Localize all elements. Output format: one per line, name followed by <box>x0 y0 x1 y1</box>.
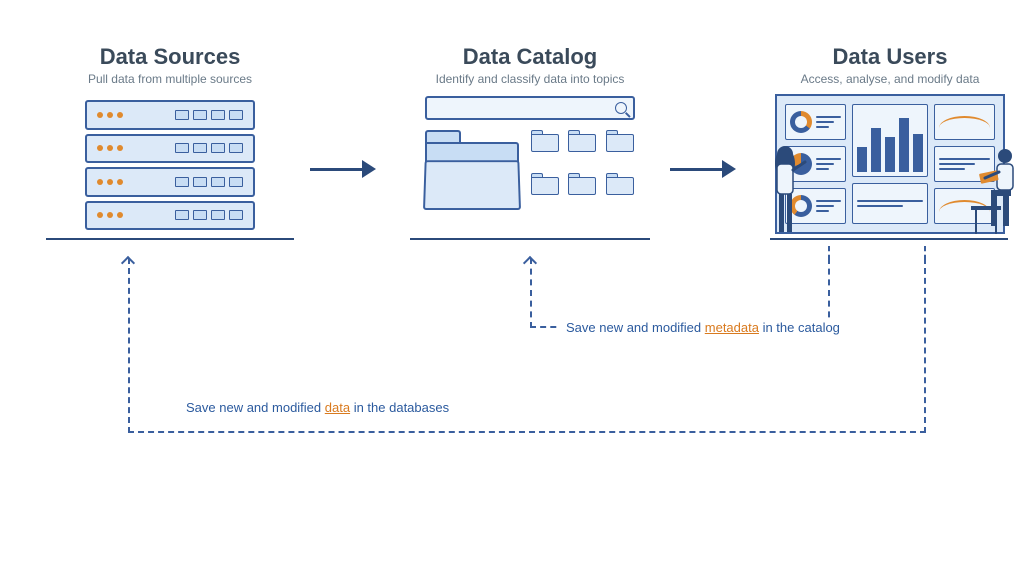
folder-large-icon <box>425 130 519 208</box>
node-data-users: Data Users Access, analyse, and modify d… <box>760 44 1020 234</box>
node-title-catalog: Data Catalog <box>400 44 660 70</box>
feedback-path-data-stub <box>924 246 926 260</box>
diagram-canvas: Data Sources Pull data from multiple sou… <box>0 0 1024 576</box>
node-title-sources: Data Sources <box>40 44 300 70</box>
underline-catalog <box>410 238 650 240</box>
bar-chart-icon <box>852 104 928 177</box>
node-data-catalog: Data Catalog Identify and classify data … <box>400 44 660 208</box>
folder-icon <box>606 130 634 152</box>
node-title-users: Data Users <box>760 44 1020 70</box>
server-icon <box>85 134 255 164</box>
underline-sources <box>46 238 294 240</box>
person-woman-icon <box>765 144 807 234</box>
searchbar-icon <box>425 96 635 120</box>
keyword-data: data <box>325 400 350 415</box>
node-subtitle-catalog: Identify and classify data into topics <box>400 72 660 86</box>
node-subtitle-sources: Pull data from multiple sources <box>40 72 300 86</box>
folder-icon <box>531 130 559 152</box>
folder-icon <box>568 130 596 152</box>
arrow-sources-to-catalog <box>310 160 376 178</box>
catalog-illustration <box>425 96 635 208</box>
servers-illustration <box>40 100 300 230</box>
dashboard-illustration <box>775 94 1005 234</box>
node-data-sources: Data Sources Pull data from multiple sou… <box>40 44 300 230</box>
metrics-icon <box>852 183 928 224</box>
node-subtitle-users: Access, analyse, and modify data <box>760 72 1020 86</box>
search-icon <box>615 102 627 114</box>
feedback-label-data: Save new and modified data in the databa… <box>180 400 455 415</box>
arrow-catalog-to-users <box>670 160 736 178</box>
server-icon <box>85 100 255 130</box>
server-icon <box>85 167 255 197</box>
server-icon <box>85 201 255 231</box>
folder-icon <box>568 173 596 195</box>
underline-users <box>770 238 1008 240</box>
person-man-icon <box>971 144 1021 234</box>
folder-icon <box>606 173 634 195</box>
folder-icon <box>531 173 559 195</box>
area-chart-icon <box>934 104 995 140</box>
donut-chart-icon <box>785 104 846 140</box>
